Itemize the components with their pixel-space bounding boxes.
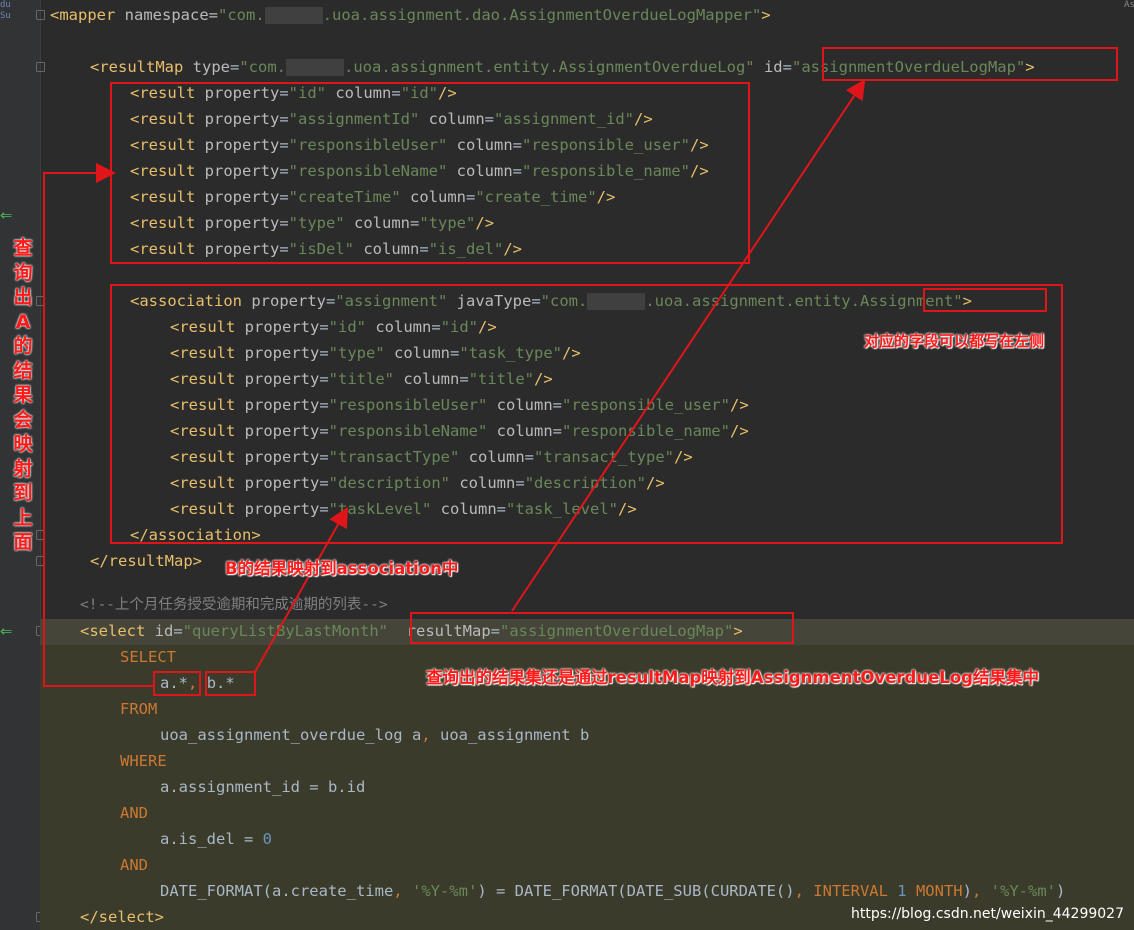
annotation-right-side: 对应的字段可以都写在左侧 — [864, 332, 1045, 350]
arrow-a-to-results — [43, 163, 154, 687]
watermark: https://blog.csdn.net/weixin_44299027 — [850, 906, 1124, 922]
annotation-vertical-a: 查询出A的结果会映射到上面 — [13, 237, 33, 553]
annotation-result-set: 查询出的结果集还是通过resultMap映射到AssignmentOverdue… — [426, 668, 1039, 687]
arrow-b-to-association — [254, 506, 348, 673]
annotation-arrows — [43, 79, 866, 687]
arrow-resultmap-to-id — [511, 79, 866, 612]
annotation-b-mapping: B的结果映射到association中 — [225, 559, 459, 578]
